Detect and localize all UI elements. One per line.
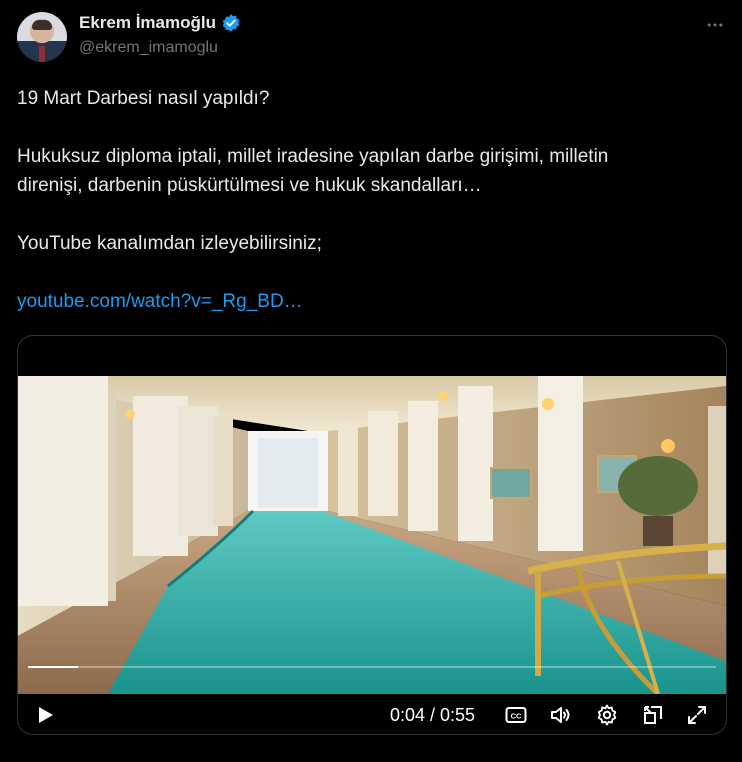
tweet-line-body-1: Hukuksuz diploma iptali, millet iradesin…: [17, 146, 609, 167]
tweet-line-youtube: YouTube kanalımdan izleyebilirsiniz;: [17, 233, 322, 254]
video-frame[interactable]: [18, 376, 726, 694]
avatar-tie: [39, 46, 45, 62]
fullscreen-button[interactable]: [684, 702, 710, 728]
tweet-line-title: 19 Mart Darbesi nasıl yapıldı?: [17, 88, 270, 109]
youtube-link[interactable]: youtube.com/watch?v=_Rg_BD…: [17, 291, 303, 312]
author-display-name[interactable]: Ekrem İmamoğlu: [79, 13, 216, 33]
tweet-text: 19 Mart Darbesi nasıl yapıldı? Hukuksuz …: [17, 84, 727, 316]
picture-in-picture-button[interactable]: [640, 702, 666, 728]
play-button[interactable]: [32, 702, 58, 728]
verified-badge-icon: [222, 14, 240, 32]
more-dots-icon: [707, 23, 723, 27]
captions-icon: CC: [505, 707, 527, 723]
svg-text:CC: CC: [511, 712, 522, 721]
tweet-line-body-2: direnişi, darbenin püskürtülmesi ve huku…: [17, 175, 482, 196]
avatar[interactable]: [17, 12, 67, 62]
tweet-header: Ekrem İmamoğlu @ekrem_imamoglu: [17, 12, 728, 62]
author-name-row[interactable]: Ekrem İmamoğlu: [79, 13, 241, 33]
volume-icon: [551, 707, 570, 723]
play-icon: [39, 707, 53, 723]
video-progress-track[interactable]: [28, 666, 716, 668]
settings-button[interactable]: [594, 702, 620, 728]
settings-icon: [597, 704, 617, 726]
video-controls: 0:04 / 0:55 CC: [18, 694, 726, 734]
avatar-hair: [32, 20, 52, 30]
captions-button[interactable]: CC: [503, 702, 529, 728]
picture-in-picture-icon: [644, 706, 662, 724]
video-progress-fill: [28, 666, 79, 668]
fullscreen-icon: [688, 706, 706, 724]
video-time: 0:04 / 0:55: [390, 705, 476, 725]
volume-button[interactable]: [548, 702, 574, 728]
author-handle[interactable]: @ekrem_imamoglu: [79, 39, 218, 57]
video-player[interactable]: 0:04 / 0:55 CC: [17, 335, 727, 735]
more-options-button[interactable]: [704, 14, 726, 36]
